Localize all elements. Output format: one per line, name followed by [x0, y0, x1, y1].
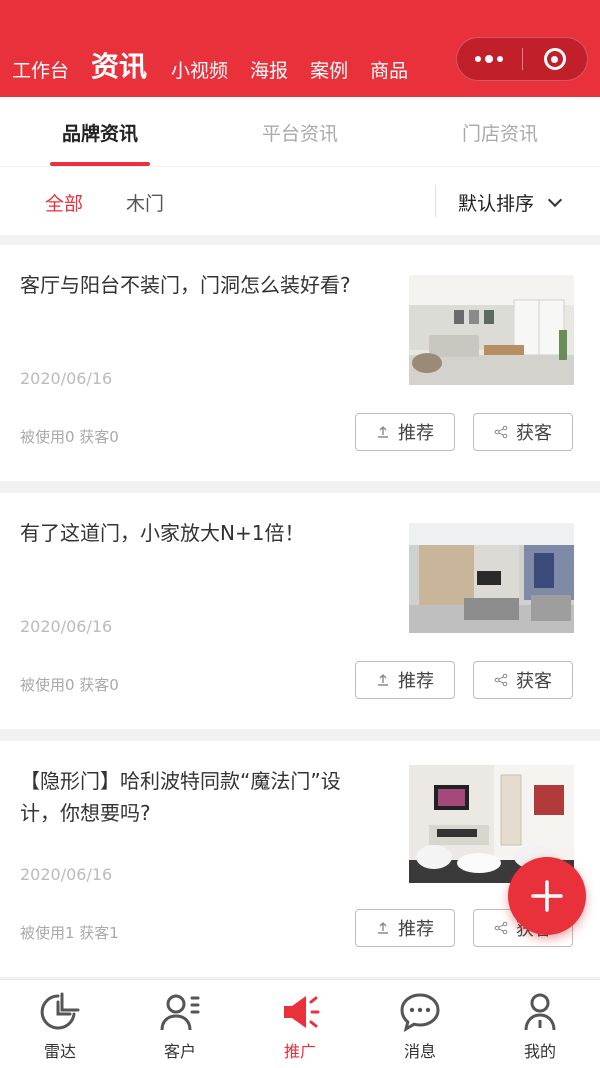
filter-divider [435, 185, 436, 217]
article-stats: 被使用0 获客0 [20, 428, 119, 446]
category-wood-door[interactable]: 木门 [126, 189, 164, 216]
tabbar-label: 客户 [163, 1042, 196, 1061]
target-circle-icon [543, 48, 566, 70]
top-nav: 工作台 资讯 小视频 海报 案例 商品 [12, 51, 430, 83]
article-card[interactable]: 【隐形门】哈利波特同款“魔法门”设计，你想要吗? 2020/06/16 被使用1… [0, 741, 600, 977]
miniprogram-capsule [456, 37, 588, 81]
article-date: 2020/06/16 [20, 865, 113, 884]
recommend-label: 推荐 [398, 919, 434, 940]
tab-store-news[interactable]: 门店资讯 [400, 97, 600, 166]
article-date: 2020/06/16 [20, 369, 113, 388]
nav-workbench[interactable]: 工作台 [12, 59, 69, 83]
acquire-button[interactable]: 获客 [473, 661, 573, 699]
sort-label: 默认排序 [458, 193, 535, 215]
person-icon [524, 993, 556, 1031]
more-menu-button[interactable] [457, 38, 522, 80]
tabbar-item-me[interactable]: 我的 [480, 980, 600, 1068]
recommend-label: 推荐 [398, 671, 434, 692]
tabbar-label: 推广 [283, 1042, 316, 1061]
radar-pie-icon [40, 992, 80, 1030]
tabbar-item-customers[interactable]: 客户 [120, 980, 240, 1068]
nav-poster[interactable]: 海报 [250, 59, 288, 83]
article-date: 2020/06/16 [20, 617, 113, 636]
chat-bubble-icon [400, 993, 440, 1033]
article-thumbnail[interactable] [409, 523, 574, 633]
tabbar-label: 我的 [523, 1042, 556, 1061]
article-card[interactable]: 客厅与阳台不装门，门洞怎么装好看? 2020/06/16 被使用0 获客0 推荐… [0, 245, 600, 481]
category-all[interactable]: 全部 [45, 189, 83, 216]
tabbar-label: 消息 [403, 1042, 436, 1061]
tabbar-item-promotion[interactable]: 推广 [240, 980, 360, 1068]
article-card[interactable]: 有了这道门，小家放大N+1倍！ 2020/06/16 被使用0 获客0 推荐 获… [0, 493, 600, 729]
acquire-label: 获客 [516, 423, 552, 444]
customer-list-icon [160, 994, 200, 1031]
megaphone-icon [284, 996, 320, 1028]
tab-platform-news[interactable]: 平台资讯 [200, 97, 400, 166]
upload-icon [378, 674, 388, 686]
nav-news[interactable]: 资讯 [91, 51, 147, 83]
article-title[interactable]: 客厅与阳台不装门，门洞怎么装好看? [20, 269, 380, 301]
tabbar-item-messages[interactable]: 消息 [360, 980, 480, 1068]
news-tabs: 品牌资讯 平台资讯 门店资讯 [0, 97, 600, 167]
share-icon [494, 921, 508, 935]
plus-icon [531, 880, 563, 912]
article-stats: 被使用0 获客0 [20, 676, 119, 694]
share-icon [494, 425, 508, 439]
nav-cases[interactable]: 案例 [310, 59, 348, 83]
nav-products[interactable]: 商品 [370, 59, 408, 83]
recommend-label: 推荐 [398, 423, 434, 444]
acquire-label: 获客 [516, 671, 552, 692]
article-title[interactable]: 【隐形门】哈利波特同款“魔法门”设计，你想要吗? [20, 765, 380, 829]
tab-brand-news[interactable]: 品牌资讯 [0, 97, 200, 166]
recommend-button[interactable]: 推荐 [355, 909, 455, 947]
more-dots-icon [475, 54, 504, 63]
chevron-down-icon [547, 192, 563, 207]
recommend-button[interactable]: 推荐 [355, 413, 455, 451]
upload-icon [378, 426, 388, 438]
article-thumbnail[interactable] [409, 275, 574, 385]
upload-icon [378, 922, 388, 934]
article-title[interactable]: 有了这道门，小家放大N+1倍！ [20, 517, 380, 549]
close-miniprogram-button[interactable] [523, 38, 588, 80]
bottom-tab-bar: 雷达 客户 推广 消息 我的 [0, 979, 600, 1068]
sort-dropdown[interactable]: 默认排序 [458, 189, 563, 216]
filter-bar: 全部 木门 默认排序 [0, 167, 600, 235]
top-header: 工作台 资讯 小视频 海报 案例 商品 [0, 0, 600, 97]
tabbar-item-radar[interactable]: 雷达 [0, 980, 120, 1068]
add-fab-button[interactable] [508, 857, 586, 935]
article-stats: 被使用1 获客1 [20, 924, 119, 942]
share-icon [494, 673, 508, 687]
acquire-button[interactable]: 获客 [473, 413, 573, 451]
nav-short-video[interactable]: 小视频 [171, 59, 228, 83]
recommend-button[interactable]: 推荐 [355, 661, 455, 699]
tabbar-label: 雷达 [43, 1042, 76, 1061]
